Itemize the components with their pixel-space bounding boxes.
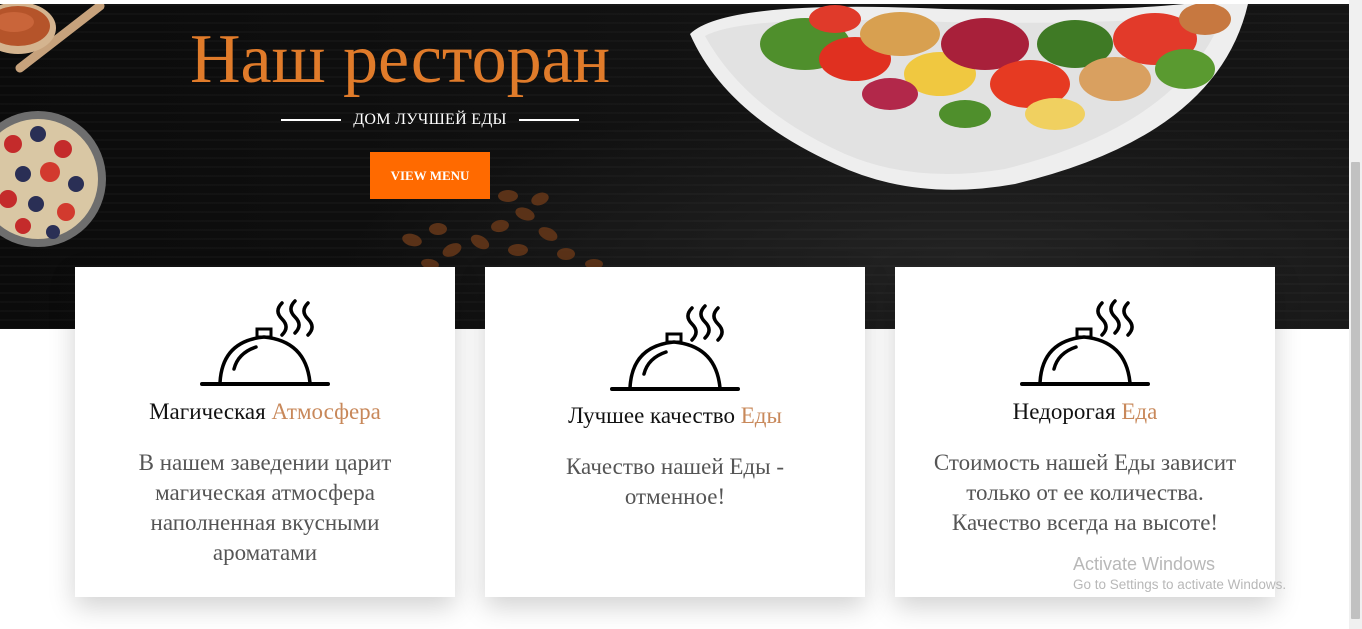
subtitle-right-divider — [518, 119, 579, 121]
feature-description: Качество нашей Еды - отменное! — [566, 454, 784, 509]
page: Наш ресторан ДОМ ЛУЧШЕЙ ЕДЫ VIEW MENU Ма… — [0, 0, 1362, 629]
hero-title: Наш ресторан — [190, 21, 611, 98]
page-scrollbar[interactable] — [1349, 0, 1362, 629]
view-menu-button[interactable]: VIEW MENU — [370, 152, 490, 199]
cloche-icon — [200, 299, 330, 386]
feature-description: В нашем заведении царит магическая атмос… — [138, 450, 392, 565]
feature-title-accent: Атмосфера — [271, 399, 381, 424]
feature-title: Недорогая Еда — [895, 398, 1275, 426]
hero-subtitle: ДОМ ЛУЧШЕЙ ЕДЫ — [275, 108, 585, 132]
feature-title-accent: Еды — [740, 403, 782, 428]
feature-title: Лучшее качество Еды — [485, 402, 865, 430]
feature-title-main: Лучшее качество — [568, 403, 735, 428]
watermark-title: Activate Windows — [1073, 554, 1216, 574]
feature-card-atmosphere: Магическая Атмосфера В нашем заведении ц… — [75, 267, 455, 597]
cloche-icon — [610, 304, 740, 391]
feature-title-main: Недорогая — [1012, 399, 1116, 424]
spice-spoon-image — [0, 4, 105, 73]
feature-card-quality: Лучшее качество Еды Качество нашей Еды -… — [485, 267, 865, 597]
subtitle-left-divider — [281, 119, 342, 121]
feature-title-accent: Еда — [1121, 399, 1158, 424]
feature-title: Магическая Атмосфера — [75, 398, 455, 426]
berry-bowl-image — [0, 111, 106, 247]
feature-description: Стоимость нашей Еды зависит только от ее… — [933, 450, 1237, 535]
watermark-subtitle: Go to Settings to activate Windows. — [1073, 577, 1287, 592]
salad-plate-image — [690, 4, 1248, 190]
cloche-icon — [1020, 299, 1150, 386]
subtitle-text: ДОМ ЛУЧШЕЙ ЕДЫ — [353, 111, 507, 128]
scrollbar-thumb[interactable] — [1351, 162, 1360, 619]
windows-activation-watermark: Activate Windows Go to Settings to activ… — [1073, 553, 1286, 595]
feature-title-main: Магическая — [149, 399, 266, 424]
feature-card-price: Недорогая Еда Стоимость нашей Еды зависи… — [895, 267, 1275, 597]
